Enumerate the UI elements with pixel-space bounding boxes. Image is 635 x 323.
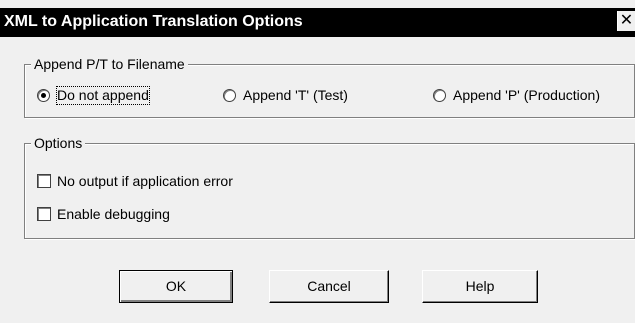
- help-button[interactable]: Help: [422, 270, 538, 303]
- radio-dot-icon: [41, 93, 46, 98]
- radio-do-not-append[interactable]: Do not append: [37, 86, 197, 107]
- append-group-label: Append P/T to Filename: [31, 55, 188, 73]
- radio-do-not-append-label: Do not append: [56, 86, 150, 105]
- options-group-label: Options: [31, 134, 86, 152]
- radio-append-production[interactable]: Append 'P' (Production): [433, 87, 633, 107]
- close-icon[interactable]: ✕: [617, 11, 635, 31]
- radio-append-test-label: Append 'T' (Test): [243, 87, 348, 103]
- checkbox-no-output-on-error[interactable]: No output if application error: [37, 173, 297, 193]
- options-dialog: XML to Application Translation Options ✕…: [0, 0, 635, 323]
- options-group: Options No output if application error E…: [24, 134, 635, 239]
- cancel-button[interactable]: Cancel: [269, 270, 389, 303]
- radio-append-test[interactable]: Append 'T' (Test): [223, 87, 393, 107]
- ok-button[interactable]: OK: [119, 270, 233, 303]
- checkbox-enable-debugging-label: Enable debugging: [57, 206, 170, 222]
- title-bar[interactable]: XML to Application Translation Options ✕: [0, 8, 635, 37]
- radio-unselected-icon[interactable]: [433, 89, 446, 102]
- window-title: XML to Application Translation Options: [4, 13, 303, 30]
- radio-append-production-label: Append 'P' (Production): [453, 87, 600, 103]
- radio-selected-icon[interactable]: [37, 89, 50, 102]
- checkbox-enable-debugging[interactable]: Enable debugging: [37, 206, 217, 226]
- checkbox-no-output-label: No output if application error: [57, 173, 233, 189]
- checkbox-unchecked-icon[interactable]: [37, 174, 51, 188]
- checkbox-unchecked-icon[interactable]: [37, 207, 51, 221]
- append-group: Append P/T to Filename Do not append App…: [24, 55, 635, 118]
- radio-unselected-icon[interactable]: [223, 89, 236, 102]
